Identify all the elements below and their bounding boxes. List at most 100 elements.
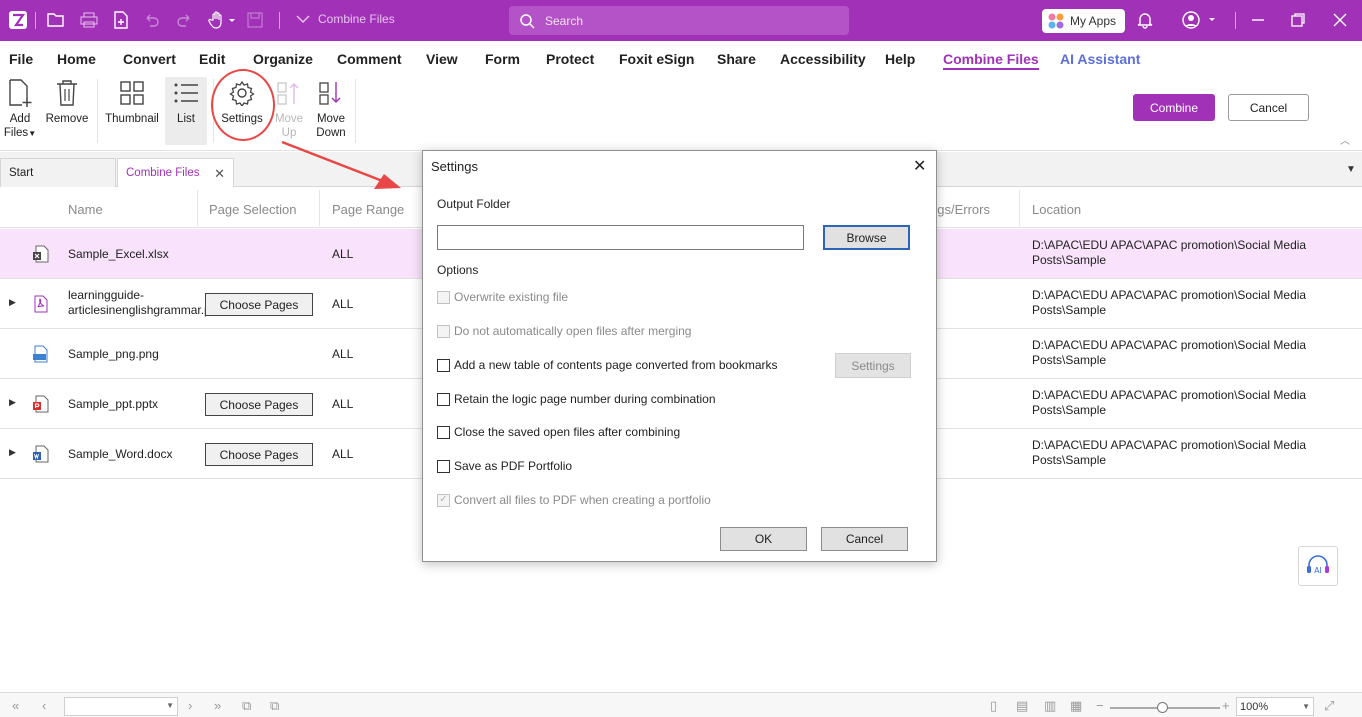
checkbox-box[interactable] (437, 358, 450, 372)
add-toc-page-checkbox[interactable]: Add a new table of contents page convert… (437, 358, 778, 372)
zoom-in-icon[interactable]: + (1222, 698, 1230, 713)
chevron-down-icon[interactable]: ▼ (1302, 702, 1310, 711)
column-divider[interactable] (1019, 190, 1020, 226)
zoom-level-select[interactable]: 100% ▼ (1236, 697, 1314, 716)
minimize-icon[interactable] (1250, 10, 1266, 30)
my-apps-button[interactable]: My Apps (1042, 9, 1125, 33)
column-divider[interactable] (319, 190, 320, 226)
checkbox-box[interactable] (437, 324, 450, 338)
ai-assistant-floating-button[interactable]: AI (1298, 546, 1338, 586)
expand-row-icon[interactable]: ▶ (9, 297, 16, 308)
redo-icon[interactable] (175, 10, 193, 30)
column-header-location[interactable]: Location (1032, 202, 1081, 217)
menu-convert[interactable]: Convert (123, 51, 176, 67)
next-page-icon[interactable]: › (188, 698, 192, 713)
overwrite-existing-checkbox[interactable]: Overwrite existing file (437, 290, 568, 304)
move-down-label-1: Move (316, 113, 346, 125)
expand-row-icon[interactable]: ▶ (9, 397, 16, 408)
restore-window-icon[interactable] (1290, 10, 1306, 30)
notification-bell-icon[interactable] (1136, 10, 1154, 30)
tab-start[interactable]: Start (0, 158, 116, 187)
menu-home[interactable]: Home (57, 51, 96, 67)
close-icon[interactable]: ✕ (913, 156, 926, 176)
move-down-button[interactable]: Move Down (313, 77, 349, 140)
first-page-icon[interactable]: « (12, 698, 19, 713)
retain-logic-page-number-checkbox[interactable]: Retain the logic page number during comb… (437, 392, 716, 406)
menu-form[interactable]: Form (485, 51, 520, 67)
new-document-icon[interactable] (112, 10, 130, 30)
undo-icon[interactable] (143, 10, 161, 30)
menu-file[interactable]: File (9, 51, 33, 67)
thumbnail-view-button[interactable]: Thumbnail (103, 77, 161, 126)
remove-button[interactable]: Remove (45, 77, 89, 126)
menu-view[interactable]: View (426, 51, 458, 67)
ok-button[interactable]: OK (720, 527, 807, 551)
zoom-out-icon[interactable]: − (1096, 698, 1104, 713)
add-files-button[interactable]: Add Files▼ (4, 77, 36, 141)
menu-combine-files[interactable]: Combine Files (943, 51, 1039, 70)
cancel-button[interactable]: Cancel (1228, 94, 1309, 121)
list-view-button[interactable]: List (165, 77, 207, 145)
checkbox-box[interactable] (437, 290, 450, 304)
column-divider[interactable] (197, 190, 198, 226)
column-header-warnings-errors[interactable]: ngs/Errors (930, 202, 990, 217)
user-account-icon[interactable] (1182, 10, 1216, 30)
browse-button[interactable]: Browse (823, 225, 910, 250)
single-page-view-icon[interactable]: ▯ (990, 698, 997, 714)
checkbox-box[interactable] (437, 459, 450, 473)
close-tab-icon[interactable]: ✕ (214, 166, 225, 182)
checkbox-box[interactable] (437, 392, 450, 406)
previous-page-icon[interactable]: ‹ (42, 698, 46, 713)
checkbox-box[interactable] (437, 425, 450, 439)
output-folder-input[interactable] (437, 225, 804, 250)
do-not-open-files-checkbox[interactable]: Do not automatically open files after me… (437, 324, 691, 338)
collapse-ribbon-icon[interactable]: ︿ (1340, 132, 1350, 147)
expand-row-icon[interactable]: ▶ (9, 447, 16, 458)
chevron-down-icon[interactable]: ▼ (166, 701, 174, 710)
document-title-text: Combine Files (318, 12, 395, 26)
combine-button[interactable]: Combine (1133, 94, 1215, 121)
choose-pages-button[interactable]: Choose Pages (205, 293, 313, 316)
save-icon[interactable] (246, 10, 264, 30)
open-folder-icon[interactable] (46, 10, 66, 30)
print-icon[interactable] (79, 10, 99, 30)
tabs-dropdown-icon[interactable]: ▼ (1346, 164, 1356, 175)
save-as-portfolio-checkbox[interactable]: Save as PDF Portfolio (437, 459, 572, 473)
menu-edit[interactable]: Edit (199, 51, 225, 67)
menu-accessibility[interactable]: Accessibility (780, 51, 866, 67)
replace-page-icon[interactable]: ⧉ (270, 698, 279, 714)
convert-all-to-pdf-checkbox[interactable]: ✓ Convert all files to PDF when creating… (437, 493, 711, 507)
menu-help[interactable]: Help (885, 51, 915, 67)
menu-foxit-esign[interactable]: Foxit eSign (619, 51, 694, 67)
menu-share[interactable]: Share (717, 51, 756, 67)
last-page-icon[interactable]: » (214, 698, 221, 713)
menu-comment[interactable]: Comment (337, 51, 402, 67)
zoom-slider-thumb[interactable] (1157, 702, 1168, 713)
tab-start-label: Start (9, 167, 34, 179)
column-header-name[interactable]: Name (68, 202, 103, 217)
search-input[interactable]: Search (509, 6, 849, 35)
page-number-input[interactable]: ▼ (64, 697, 178, 716)
menu-ai-assistant[interactable]: AI Assistant (1060, 51, 1140, 67)
copy-page-icon[interactable]: ⧉ (242, 698, 251, 714)
menu-protect[interactable]: Protect (546, 51, 594, 67)
checkbox-checked-box[interactable]: ✓ (437, 493, 450, 507)
fullscreen-icon[interactable]: ⤢ (1324, 698, 1334, 714)
continuous-view-icon[interactable]: ▤ (1016, 698, 1028, 714)
move-up-button[interactable]: Move Up (272, 77, 306, 140)
facing-view-icon[interactable]: ▥ (1044, 698, 1056, 714)
choose-pages-button[interactable]: Choose Pages (205, 393, 313, 416)
choose-pages-button[interactable]: Choose Pages (205, 443, 313, 466)
menu-organize[interactable]: Organize (253, 51, 313, 67)
column-header-page-selection[interactable]: Page Selection (209, 202, 296, 217)
hand-tool-icon[interactable] (208, 10, 236, 30)
close-saved-open-files-checkbox[interactable]: Close the saved open files after combini… (437, 425, 680, 439)
continuous-facing-view-icon[interactable]: ▦ (1070, 698, 1082, 714)
chevron-down-icon[interactable] (296, 14, 310, 24)
tab-combine-files[interactable]: Combine Files ✕ (117, 158, 234, 187)
toc-settings-button[interactable]: Settings (835, 353, 911, 378)
dialog-cancel-button[interactable]: Cancel (821, 527, 908, 551)
close-window-icon[interactable] (1332, 10, 1348, 30)
page-range: ALL (332, 397, 354, 411)
column-header-page-range[interactable]: Page Range (332, 202, 404, 217)
